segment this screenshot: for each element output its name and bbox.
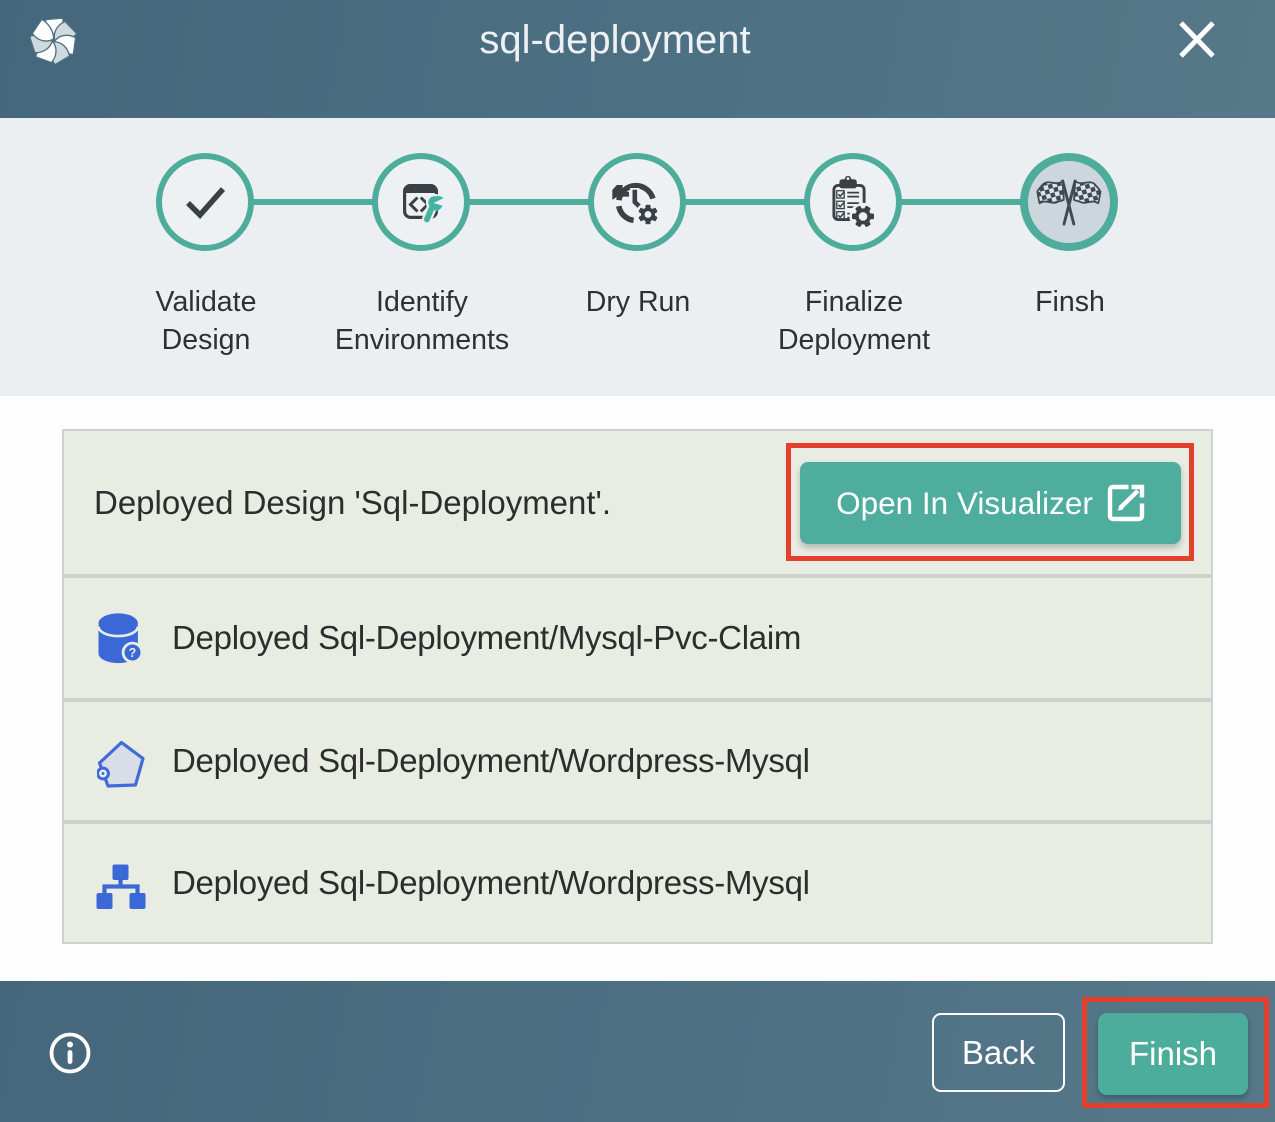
svg-text:?: ? [129, 646, 137, 660]
